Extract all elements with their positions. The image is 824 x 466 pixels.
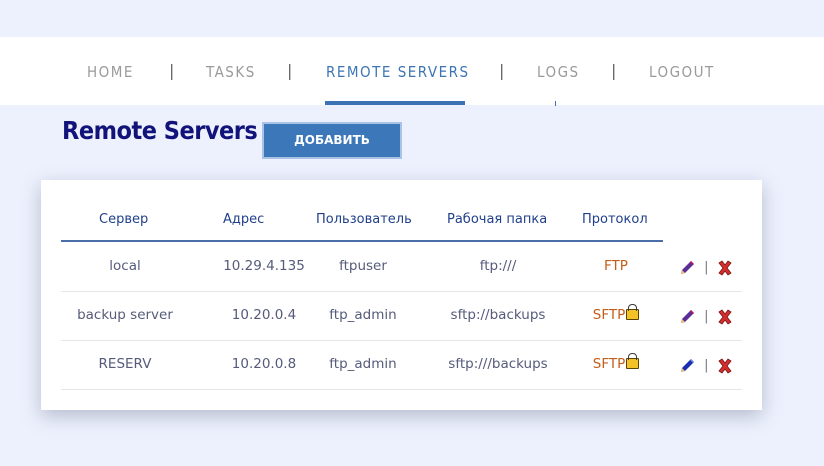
action-separator: | — [704, 309, 709, 324]
nav-separator: | — [499, 61, 505, 80]
delete-icon[interactable] — [717, 259, 733, 276]
top-navigation: HOME | TASKS | REMOTE SERVERS | LOGS | L… — [0, 37, 824, 105]
column-header-server: Сервер — [99, 212, 149, 227]
column-header-folder: Рабочая папка — [447, 212, 548, 227]
action-separator: | — [704, 358, 709, 373]
column-header-protocol: Протокол — [582, 212, 648, 227]
nav-separator: | — [169, 61, 175, 80]
cell-folder: sftp://backups — [450, 307, 546, 323]
protocol-label: SFTP — [592, 356, 626, 372]
protocol-label: SFTP — [592, 307, 626, 323]
row-actions: | — [678, 242, 733, 291]
lock-icon — [626, 353, 640, 369]
table-row: RESERV 10.20.0.8 ftp_admin sftp:///backu… — [61, 340, 742, 390]
nav-tasks[interactable]: TASKS — [206, 63, 256, 81]
row-actions: | — [678, 291, 733, 340]
table-row: local 10.29.4.135 ftpuser ftp:/// FTP | — [61, 242, 742, 292]
cell-server: RESERV — [98, 356, 152, 372]
lock-icon — [626, 304, 640, 320]
add-server-button[interactable]: ДОБАВИТЬ — [262, 122, 402, 159]
nav-separator: | — [611, 61, 617, 80]
column-header-user: Пользователь — [316, 212, 412, 227]
cell-protocol: SFTP — [576, 340, 656, 389]
cell-user: ftp_admin — [329, 307, 397, 323]
nav-remote-servers[interactable]: REMOTE SERVERS — [326, 63, 470, 81]
cell-server: backup server — [77, 307, 173, 323]
delete-icon[interactable] — [717, 308, 733, 325]
pencil-icon[interactable] — [678, 259, 696, 277]
cell-user: ftpuser — [339, 258, 387, 274]
nav-separator: | — [287, 61, 293, 80]
page-title: Remote Servers — [62, 116, 258, 145]
pencil-icon[interactable] — [678, 308, 696, 326]
cell-server: local — [109, 258, 141, 274]
column-header-address: Адрес — [223, 212, 265, 227]
cell-user: ftp_admin — [329, 356, 397, 372]
cell-protocol: SFTP — [576, 291, 656, 340]
cell-folder: ftp:/// — [479, 258, 517, 274]
active-tab-underline — [325, 101, 465, 105]
delete-icon[interactable] — [717, 357, 733, 374]
nav-logs[interactable]: LOGS — [537, 63, 580, 81]
cell-protocol: FTP — [604, 258, 628, 274]
action-separator: | — [704, 260, 709, 275]
nav-logout[interactable]: LOGOUT — [649, 63, 715, 81]
servers-table-card: Сервер Адрес Пользователь Рабочая папка … — [41, 180, 762, 410]
cell-folder: sftp:///backups — [448, 356, 548, 372]
table-row: backup server 10.20.0.4 ftp_admin sftp:/… — [61, 291, 742, 341]
nav-tick — [555, 101, 556, 106]
row-actions: | — [678, 340, 733, 389]
nav-home[interactable]: HOME — [87, 63, 134, 81]
pencil-icon[interactable] — [678, 357, 696, 375]
